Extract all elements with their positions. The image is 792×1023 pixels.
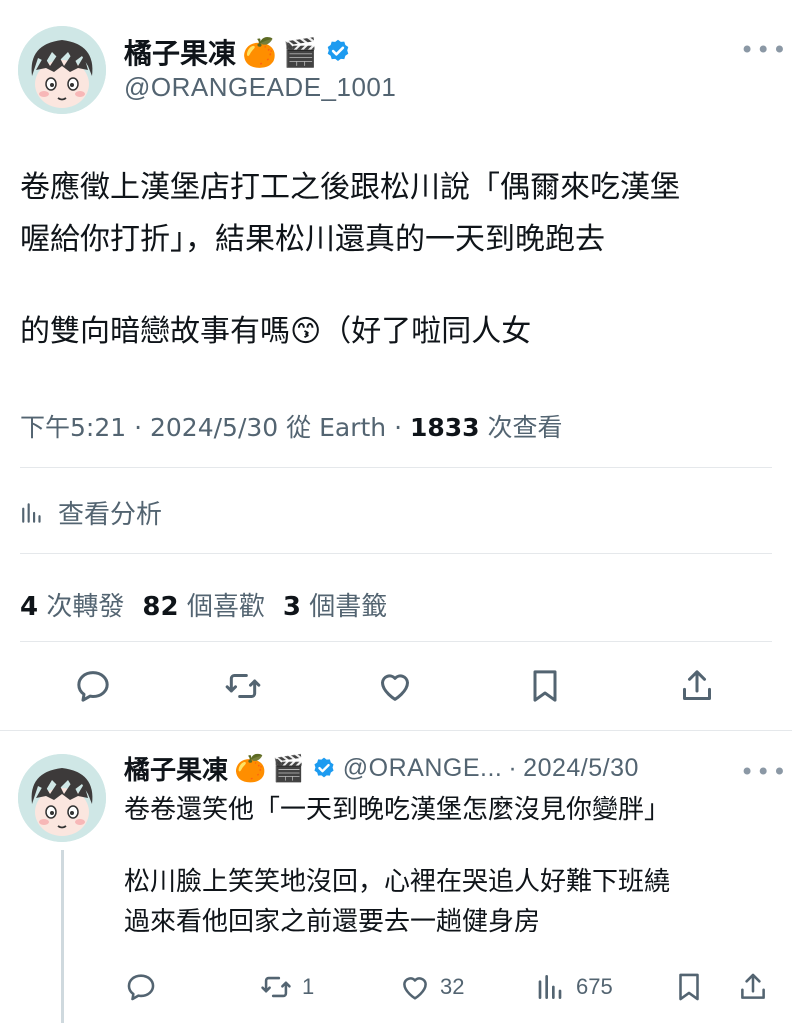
likes-count: 82 (142, 592, 179, 622)
reply-reply-button[interactable] (124, 970, 158, 1004)
tweet-text-line: 的雙向暗戀故事有嗎😙（好了啦同人女 (20, 314, 532, 349)
author-name[interactable]: 橘子果凍 (124, 32, 236, 72)
reply-more-options-icon[interactable]: ••• (740, 758, 788, 786)
reply-author-name[interactable]: 橘子果凍 (124, 750, 228, 787)
avatar-illustration (18, 26, 106, 114)
divider (0, 730, 792, 731)
orange-emoji: 🍊 (242, 35, 277, 69)
retweets-stat[interactable]: 4 次轉發 (20, 586, 124, 623)
reply-icon (127, 974, 155, 1001)
orange-emoji: 🍊 (234, 753, 267, 784)
tweet-text-line: 卷應徵上漢堡店打工之後跟松川說「偶爾來吃漢堡 (20, 170, 680, 205)
reply-icon (77, 671, 109, 702)
reply-header: 橘子果凍 🍊 🎬 @ORANGE... · 2024/5/30 (124, 750, 639, 787)
author-handle[interactable]: @ORANGEADE_1001 (124, 72, 396, 103)
reply-author-handle[interactable]: @ORANGE... (343, 754, 503, 783)
retweet-icon (225, 674, 261, 698)
views-count: 1833 (410, 413, 480, 442)
reply-button[interactable] (71, 664, 115, 708)
likes-stat[interactable]: 82 個喜歡 (142, 586, 264, 623)
more-options-icon[interactable]: ••• (740, 36, 788, 64)
share-icon (741, 973, 765, 999)
bookmarks-count: 3 (282, 592, 301, 622)
thread-line (61, 850, 64, 1023)
reply-views-button[interactable]: 675 (536, 970, 613, 1004)
reply-date[interactable]: 2024/5/30 (523, 754, 639, 783)
bookmark-icon (679, 973, 699, 1001)
reply-text-line: 卷卷還笑他「一天到晚吃漢堡怎麼沒見你變胖」 (124, 795, 671, 825)
share-icon (683, 670, 711, 700)
reply-text-line: 松川臉上笑笑地沒回，心裡在哭追人好難下班繞 (124, 867, 671, 897)
likes-label: 個喜歡 (186, 592, 265, 622)
meta-separator: · (508, 754, 518, 782)
divider (20, 467, 772, 468)
tweet-text: 卷應徵上漢堡店打工之後跟松川說「偶爾來吃漢堡 喔給你打折」，結果松川還真的一天到… (20, 162, 780, 358)
tweet-source: 從 Earth (286, 413, 387, 442)
reply-retweet-button[interactable]: 1 (258, 970, 314, 1004)
tweet-meta: 下午5:21 · 2024/5/30 從 Earth · 1833 次查看 (20, 408, 563, 444)
reply-text: 卷卷還笑他「一天到晚吃漢堡怎麼沒見你變胖」 松川臉上笑笑地沒回，心裡在哭追人好難… (124, 790, 784, 942)
like-icon (403, 977, 427, 1000)
bookmarks-stat[interactable]: 3 個書籤 (283, 586, 387, 623)
reply-like-count: 32 (440, 974, 465, 999)
divider (20, 553, 772, 554)
avatar-illustration (18, 754, 106, 842)
analytics-icon (538, 975, 562, 999)
analytics-label: 查看分析 (58, 500, 163, 530)
meta-separator: · (134, 413, 150, 442)
reply-author-name-row[interactable]: 橘子果凍 🍊 🎬 (124, 750, 337, 787)
reply-share-button[interactable] (736, 970, 770, 1004)
analytics-icon (22, 502, 41, 523)
reply-view-count: 675 (576, 974, 613, 999)
clapper-emoji: 🎬 (282, 35, 318, 69)
tweet-text-line: 喔給你打折」，結果松川還真的一天到晚跑去 (20, 222, 605, 257)
verified-icon (314, 757, 334, 777)
divider (20, 641, 772, 642)
retweet-icon (261, 976, 291, 998)
meta-separator: · (394, 413, 410, 442)
reply-bookmark-button[interactable] (672, 970, 706, 1004)
reply-retweet-count: 1 (302, 974, 315, 999)
views-label: 次查看 (487, 413, 563, 442)
reply-like-button[interactable]: 32 (398, 970, 464, 1004)
bookmark-icon (533, 670, 557, 702)
retweets-label: 次轉發 (46, 592, 125, 622)
reply-text-line: 過來看他回家之前還要去一趟健身房 (124, 907, 541, 937)
bookmarks-label: 個書籤 (309, 592, 388, 622)
clapper-emoji: 🎬 (272, 753, 305, 784)
tweet-time[interactable]: 下午5:21 (20, 413, 126, 442)
bookmark-button[interactable] (523, 664, 567, 708)
retweet-button[interactable] (221, 664, 265, 708)
retweets-count: 4 (20, 592, 39, 622)
like-button[interactable] (373, 664, 417, 708)
tweet-date[interactable]: 2024/5/30 (150, 413, 278, 442)
like-icon (381, 674, 409, 701)
share-button[interactable] (675, 664, 719, 708)
avatar[interactable] (18, 26, 106, 114)
engagement-stats: 4 次轉發 82 個喜歡 3 個書籤 (20, 586, 387, 623)
view-analytics-link[interactable]: 查看分析 (20, 494, 162, 531)
author-name-row[interactable]: 橘子果凍 🍊 🎬 (124, 32, 352, 72)
verified-icon (327, 39, 349, 61)
reply-avatar[interactable] (18, 754, 106, 842)
